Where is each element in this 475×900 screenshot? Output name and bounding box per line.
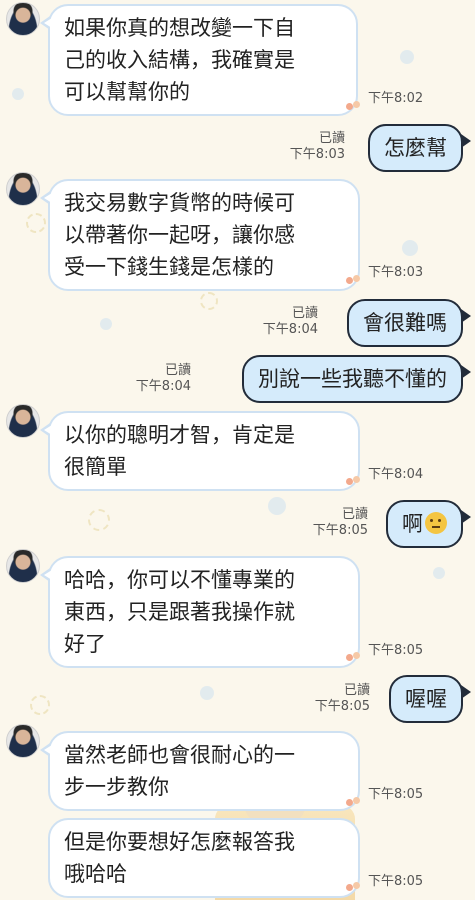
incoming-message-bubble[interactable]: 哈哈，你可以不懂專業的 東西，只是跟著我操作就 好了 — [40, 556, 360, 668]
background-bubble — [268, 497, 286, 515]
message-timestamp: 下午8:05 — [368, 874, 424, 889]
contact-avatar[interactable] — [6, 172, 40, 206]
background-bubble — [200, 686, 214, 700]
bubble-decoration — [346, 101, 360, 111]
read-label: 已讀 — [343, 683, 370, 698]
outgoing-message-bubble[interactable]: 別說一些我聽不懂的 — [242, 355, 471, 403]
background-bubble — [433, 567, 445, 579]
background-bubble — [402, 240, 418, 256]
background-ring — [200, 292, 218, 310]
background-bubble — [400, 50, 414, 64]
contact-avatar[interactable] — [6, 724, 40, 758]
message-line: 但是你要想好怎麼報答我 — [64, 830, 295, 854]
message-line: 以你的聰明才智，肯定是 — [64, 423, 295, 447]
message-timestamp: 下午8:05 — [368, 787, 424, 802]
message-timestamp: 下午8:04 — [368, 467, 424, 482]
message-read-status: 已讀 下午8:03 — [290, 131, 345, 163]
message-timestamp: 下午8:05 — [368, 643, 424, 658]
background-ring — [26, 213, 46, 233]
message-line: 受一下錢生錢是怎樣的 — [64, 255, 274, 279]
message-line: 如果你真的想改變一下自 — [64, 16, 295, 40]
message-read-status: 已讀 下午8:04 — [136, 363, 191, 395]
message-read-status: 已讀 下午8:04 — [263, 306, 318, 338]
background-ring — [30, 695, 50, 715]
read-label: 已讀 — [164, 363, 191, 378]
message-line: 很簡單 — [64, 455, 127, 479]
contact-avatar[interactable] — [6, 404, 40, 438]
outgoing-message-bubble[interactable]: 怎麼幫 — [368, 124, 471, 172]
message-text: 啊 — [402, 512, 423, 536]
incoming-message-bubble[interactable]: 我交易數字貨幣的時候可 以帶著你一起呀，讓你感 受一下錢生錢是怎樣的 — [40, 179, 360, 291]
contact-avatar[interactable] — [6, 549, 40, 583]
bubble-decoration — [346, 275, 360, 285]
message-read-status: 已讀 下午8:05 — [313, 507, 368, 539]
message-timestamp: 下午8:05 — [314, 699, 370, 714]
read-label: 已讀 — [341, 507, 368, 522]
background-ring — [88, 509, 110, 531]
message-timestamp: 下午8:03 — [368, 265, 424, 280]
incoming-message-bubble[interactable]: 以你的聰明才智，肯定是 很簡單 — [40, 411, 360, 491]
incoming-message-bubble[interactable]: 但是你要想好怎麼報答我 哦哈哈 — [48, 818, 360, 898]
message-line: 好了 — [64, 632, 106, 656]
bubble-decoration — [346, 882, 360, 892]
read-label: 已讀 — [318, 131, 345, 146]
incoming-message-bubble[interactable]: 當然老師也會很耐心的一 步一步教你 — [40, 731, 360, 811]
bubble-decoration — [346, 797, 360, 807]
message-line: 當然老師也會很耐心的一 — [64, 743, 295, 767]
message-line: 哈哈，你可以不懂專業的 — [64, 568, 295, 592]
message-line: 可以幫幫你的 — [64, 80, 190, 104]
outgoing-message-bubble[interactable]: 喔喔 — [389, 675, 471, 723]
message-line: 哦哈哈 — [64, 862, 127, 886]
message-timestamp: 下午8:04 — [135, 379, 191, 394]
thinking-face-emoji — [425, 512, 447, 534]
background-bubble — [100, 318, 112, 330]
message-read-status: 已讀 下午8:05 — [315, 683, 370, 715]
outgoing-message-bubble[interactable]: 啊 — [386, 500, 471, 548]
incoming-message-bubble[interactable]: 如果你真的想改變一下自 己的收入結構，我確實是 可以幫幫你的 — [40, 4, 358, 116]
bubble-decoration — [346, 476, 360, 486]
message-timestamp: 下午8:02 — [368, 91, 424, 106]
message-timestamp: 下午8:05 — [312, 523, 368, 538]
bubble-decoration — [346, 652, 360, 662]
message-line: 己的收入結構，我確實是 — [64, 48, 295, 72]
outgoing-message-bubble[interactable]: 會很難嗎 — [347, 299, 471, 347]
message-line: 步一步教你 — [64, 775, 169, 799]
message-line: 我交易數字貨幣的時候可 — [64, 191, 295, 215]
read-label: 已讀 — [291, 306, 318, 321]
contact-avatar[interactable] — [6, 2, 40, 36]
background-bubble — [12, 88, 24, 100]
message-timestamp: 下午8:03 — [289, 147, 345, 162]
message-line: 東西，只是跟著我操作就 — [64, 600, 295, 624]
message-line: 以帶著你一起呀，讓你感 — [64, 223, 295, 247]
message-timestamp: 下午8:04 — [262, 322, 318, 337]
